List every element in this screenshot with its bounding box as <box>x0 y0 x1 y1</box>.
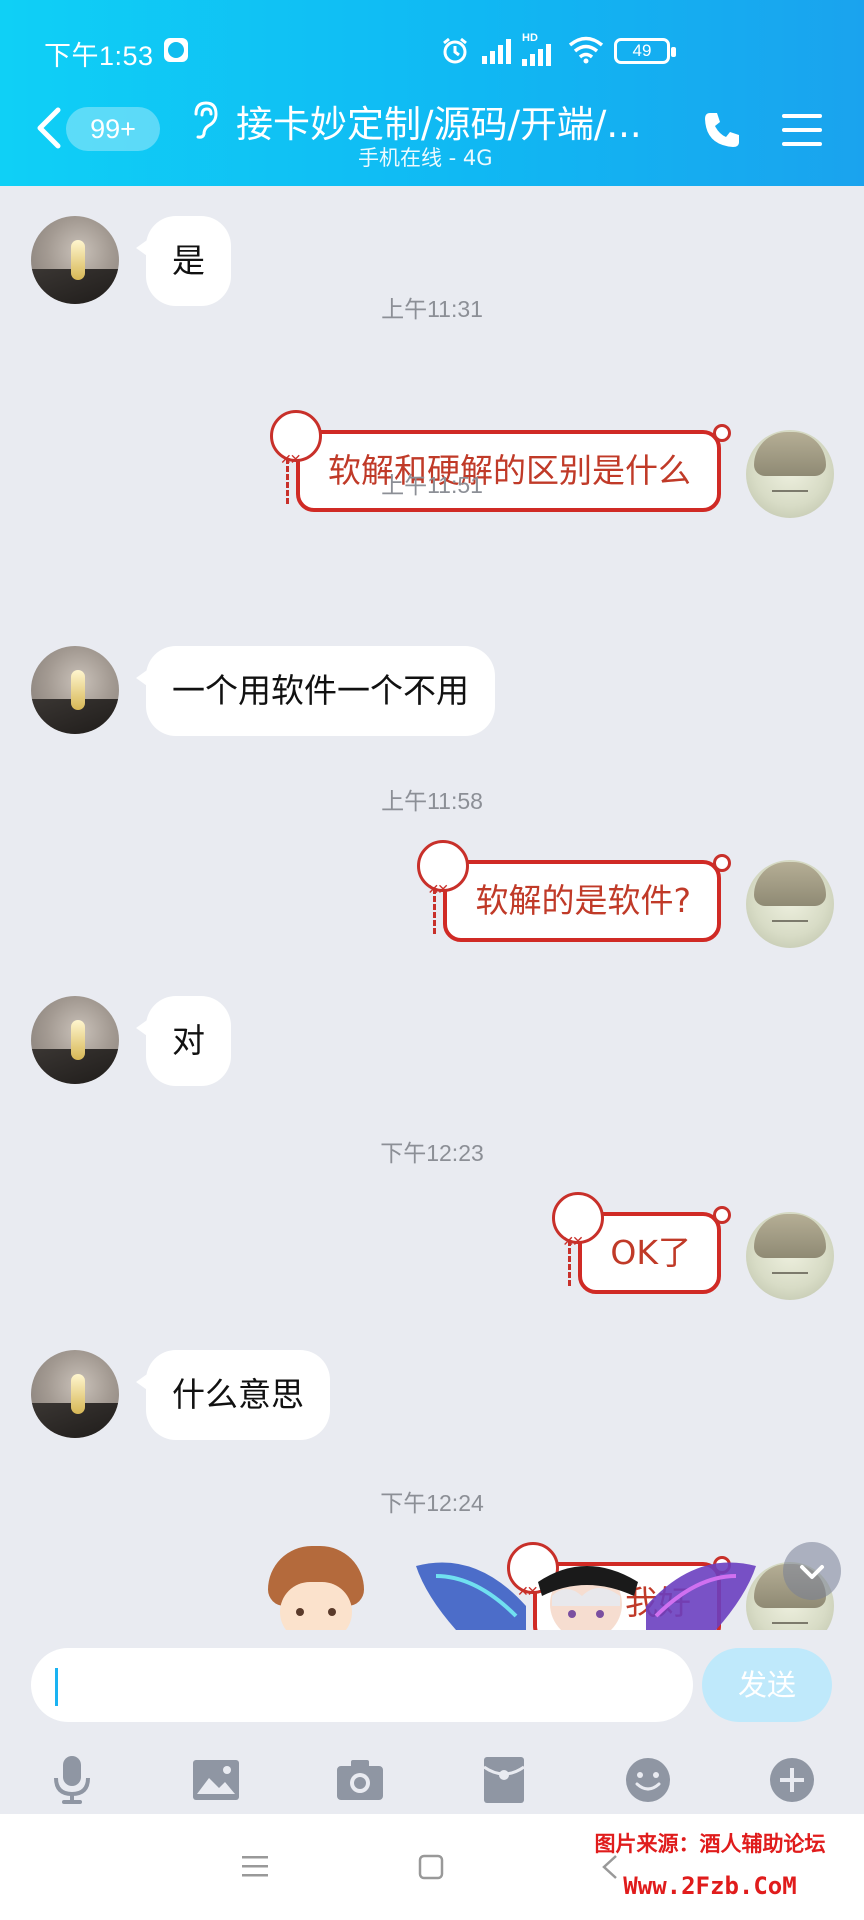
status-time: 下午1:53 <box>44 41 154 71</box>
sticker-boy <box>262 1546 372 1630</box>
outgoing-message-text: 软解的是软件? <box>475 881 691 920</box>
phone-call-icon[interactable] <box>702 110 742 150</box>
alarm-icon <box>443 37 467 64</box>
camera-icon <box>337 1760 383 1800</box>
earpiece-mode-icon[interactable] <box>190 100 220 140</box>
hd-label: HD <box>522 32 538 44</box>
outgoing-message-text: OK了 <box>610 1233 691 1272</box>
outgoing-message[interactable]: 软解的是软件? <box>417 840 731 942</box>
contact-avatar[interactable] <box>31 1350 119 1438</box>
contact-avatar[interactable] <box>31 996 119 1084</box>
composer-toolbar <box>0 1750 864 1810</box>
voice-button[interactable] <box>42 1750 102 1810</box>
incoming-message[interactable]: 对 <box>136 996 231 1086</box>
chevron-down-icon <box>800 1565 824 1579</box>
chat-header: 下午1:53 HD 49 99+ 接卡妙定制/源码/开端/... 手机在线 - … <box>0 0 864 186</box>
text-cursor <box>55 1668 58 1706</box>
battery-indicator: 49 <box>614 38 676 64</box>
watermark: 图片来源：酒人辅助论坛 Www.2Fzb.CoM <box>594 1832 826 1900</box>
my-avatar[interactable] <box>746 860 834 948</box>
sticker-fairy <box>416 1562 756 1630</box>
outgoing-message[interactable]: OK了 <box>552 1192 731 1294</box>
incoming-message[interactable]: 一个用软件一个不用 <box>136 646 495 736</box>
send-button[interactable]: 发送 <box>702 1648 832 1722</box>
composer: 发送 <box>0 1630 864 1814</box>
contact-avatar[interactable] <box>31 646 119 734</box>
message-list[interactable]: 是 上午11:31 软解和硬解的区别是什么 上午11:51 一个用软件一个不用 … <box>0 186 864 1630</box>
message-timestamp: 下午12:24 <box>380 1490 484 1516</box>
more-button[interactable] <box>762 1750 822 1810</box>
message-timestamp: 上午11:51 <box>381 472 483 498</box>
chat-title[interactable]: 接卡妙定制/源码/开端/... <box>236 94 656 148</box>
back-icon[interactable] <box>34 106 64 150</box>
image-button[interactable] <box>186 1750 246 1810</box>
online-status: 手机在线 - 4G <box>358 146 493 170</box>
emoji-icon <box>626 1758 670 1802</box>
bubble-decoration-icon <box>270 410 322 497</box>
microphone-icon <box>54 1756 90 1804</box>
bubble-decoration-icon <box>417 840 470 927</box>
message-timestamp: 下午12:23 <box>380 1140 484 1166</box>
incoming-message[interactable]: 什么意思 <box>136 1350 330 1440</box>
menu-icon[interactable] <box>782 112 822 148</box>
message-timestamp: 上午11:58 <box>381 788 483 814</box>
plus-icon <box>770 1758 814 1802</box>
message-input[interactable] <box>31 1648 693 1722</box>
image-icon <box>193 1760 239 1800</box>
bubble-decoration-icon <box>552 1192 605 1279</box>
home-icon[interactable] <box>418 1854 444 1880</box>
scroll-to-bottom-button[interactable] <box>783 1542 841 1600</box>
unread-count-badge[interactable]: 99+ <box>66 107 160 151</box>
recent-apps-icon[interactable] <box>242 1854 268 1878</box>
red-packet-button[interactable] <box>474 1750 534 1810</box>
emoji-button[interactable] <box>618 1750 678 1810</box>
red-packet-icon <box>483 1757 525 1803</box>
signal-hd-icon <box>522 44 551 66</box>
message-timestamp: 上午11:31 <box>381 296 483 322</box>
notification-icon <box>164 38 188 62</box>
wifi-icon <box>568 36 604 64</box>
my-avatar[interactable] <box>746 1212 834 1300</box>
signal-icon <box>482 39 511 64</box>
camera-button[interactable] <box>330 1750 390 1810</box>
